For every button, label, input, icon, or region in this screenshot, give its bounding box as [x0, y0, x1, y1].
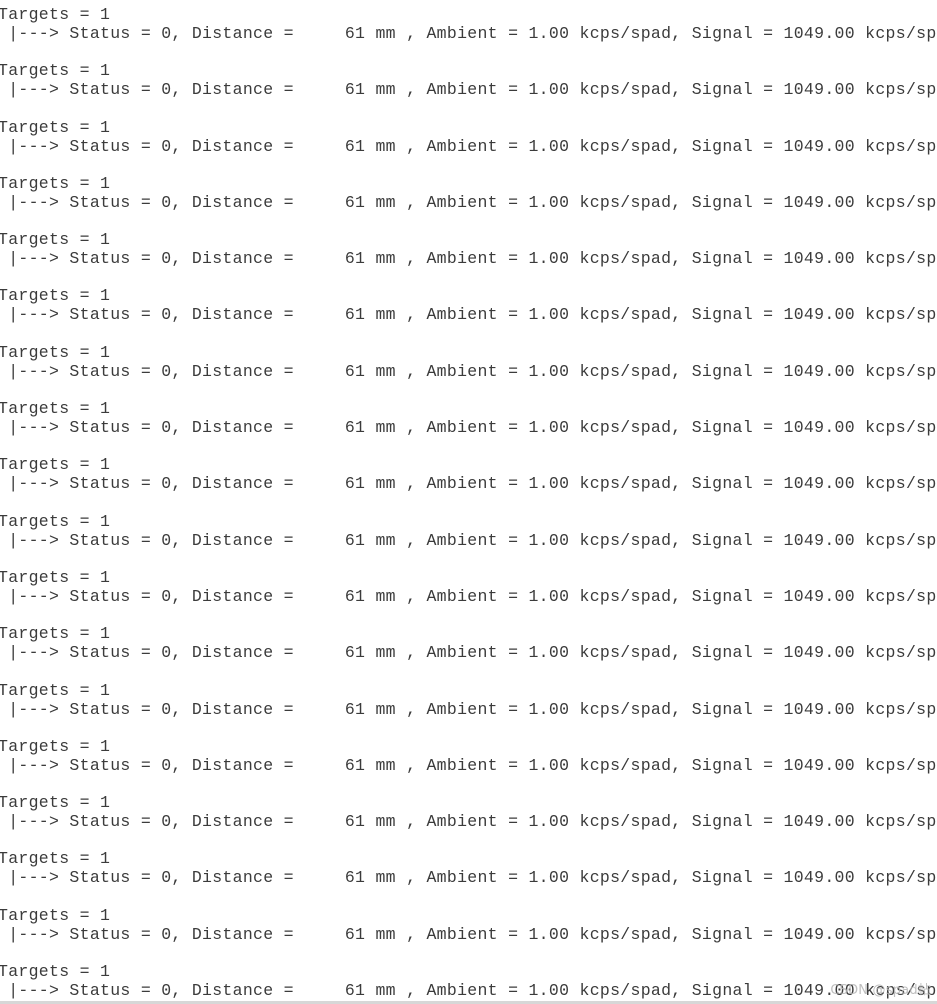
log-line-targets: Targets = 1 — [0, 624, 111, 644]
log-block: Targets = 1 |---> Status = 0, Distance =… — [0, 225, 937, 281]
log-line-targets: Targets = 1 — [0, 342, 111, 362]
log-line-targets: Targets = 1 — [0, 793, 111, 813]
log-line-measurement: |---> Status = 0, Distance = 61 mm , Amb… — [0, 136, 937, 156]
log-line-targets: Targets = 1 — [0, 230, 111, 250]
log-block: Targets = 1 |---> Status = 0, Distance =… — [0, 676, 937, 732]
log-line-measurement: |---> Status = 0, Distance = 61 mm , Amb… — [0, 868, 937, 888]
log-block: Targets = 1 |---> Status = 0, Distance =… — [0, 281, 937, 337]
log-line-targets: Targets = 1 — [0, 905, 111, 925]
log-line-measurement: |---> Status = 0, Distance = 61 mm , Amb… — [0, 249, 937, 269]
log-line-targets: Targets = 1 — [0, 680, 111, 700]
log-block: Targets = 1 |---> Status = 0, Distance =… — [0, 113, 937, 169]
log-block: Targets = 1 |---> Status = 0, Distance =… — [0, 169, 937, 225]
log-line-measurement: |---> Status = 0, Distance = 61 mm , Amb… — [0, 586, 937, 606]
log-line-measurement: |---> Status = 0, Distance = 61 mm , Amb… — [0, 24, 937, 43]
log-block: Targets = 1 |---> Status = 0, Distance =… — [0, 619, 937, 675]
log-line-targets: Targets = 1 — [0, 455, 111, 475]
log-line-measurement: |---> Status = 0, Distance = 61 mm , Amb… — [0, 699, 937, 719]
log-line-measurement: |---> Status = 0, Distance = 61 mm , Amb… — [0, 643, 937, 663]
log-line-measurement: |---> Status = 0, Distance = 61 mm , Amb… — [0, 530, 937, 550]
log-line-measurement: |---> Status = 0, Distance = 61 mm , Amb… — [0, 192, 937, 212]
log-line-targets: Targets = 1 — [0, 61, 111, 81]
log-line-measurement: |---> Status = 0, Distance = 61 mm , Amb… — [0, 305, 937, 325]
log-line-measurement: |---> Status = 0, Distance = 61 mm , Amb… — [0, 924, 937, 944]
log-line-targets: Targets = 1 — [0, 173, 111, 193]
log-line-measurement: |---> Status = 0, Distance = 61 mm , Amb… — [0, 981, 937, 1001]
log-line-targets: Targets = 1 — [0, 511, 111, 531]
log-block: Targets = 1 |---> Status = 0, Distance =… — [0, 507, 937, 563]
log-block: Targets = 1 |---> Status = 0, Distance =… — [0, 563, 937, 619]
log-line-targets: Targets = 1 — [0, 849, 111, 869]
log-block: Targets = 1 |---> Status = 0, Distance =… — [0, 56, 937, 112]
log-line-measurement: |---> Status = 0, Distance = 61 mm , Amb… — [0, 755, 937, 775]
log-block: Targets = 1 |---> Status = 0, Distance =… — [0, 844, 937, 900]
log-line-measurement: |---> Status = 0, Distance = 61 mm , Amb… — [0, 80, 937, 100]
log-block: Targets = 1 |---> Status = 0, Distance =… — [0, 0, 937, 56]
log-line-targets: Targets = 1 — [0, 117, 111, 137]
serial-monitor-console[interactable]: Targets = 1 |---> Status = 0, Distance =… — [0, 0, 937, 1004]
log-line-targets: Targets = 1 — [0, 962, 111, 982]
log-line-measurement: |---> Status = 0, Distance = 61 mm , Amb… — [0, 812, 937, 832]
log-line-measurement: |---> Status = 0, Distance = 61 mm , Amb… — [0, 361, 937, 381]
log-block: Targets = 1 |---> Status = 0, Distance =… — [0, 901, 937, 957]
log-block: Targets = 1 |---> Status = 0, Distance =… — [0, 338, 937, 394]
log-line-targets: Targets = 1 — [0, 736, 111, 756]
log-block: Targets = 1 |---> Status = 0, Distance =… — [0, 957, 937, 1004]
log-block: Targets = 1 |---> Status = 0, Distance =… — [0, 732, 937, 788]
log-line-targets: Targets = 1 — [0, 399, 111, 419]
log-line-targets: Targets = 1 — [0, 286, 111, 306]
log-line-measurement: |---> Status = 0, Distance = 61 mm , Amb… — [0, 474, 937, 494]
log-line-targets: Targets = 1 — [0, 5, 111, 24]
log-line-targets: Targets = 1 — [0, 567, 111, 587]
log-block: Targets = 1 |---> Status = 0, Distance =… — [0, 450, 937, 506]
log-output-stream[interactable]: Targets = 1 |---> Status = 0, Distance =… — [0, 0, 937, 1004]
log-block: Targets = 1 |---> Status = 0, Distance =… — [0, 394, 937, 450]
log-block: Targets = 1 |---> Status = 0, Distance =… — [0, 788, 937, 844]
log-line-measurement: |---> Status = 0, Distance = 61 mm , Amb… — [0, 418, 937, 438]
